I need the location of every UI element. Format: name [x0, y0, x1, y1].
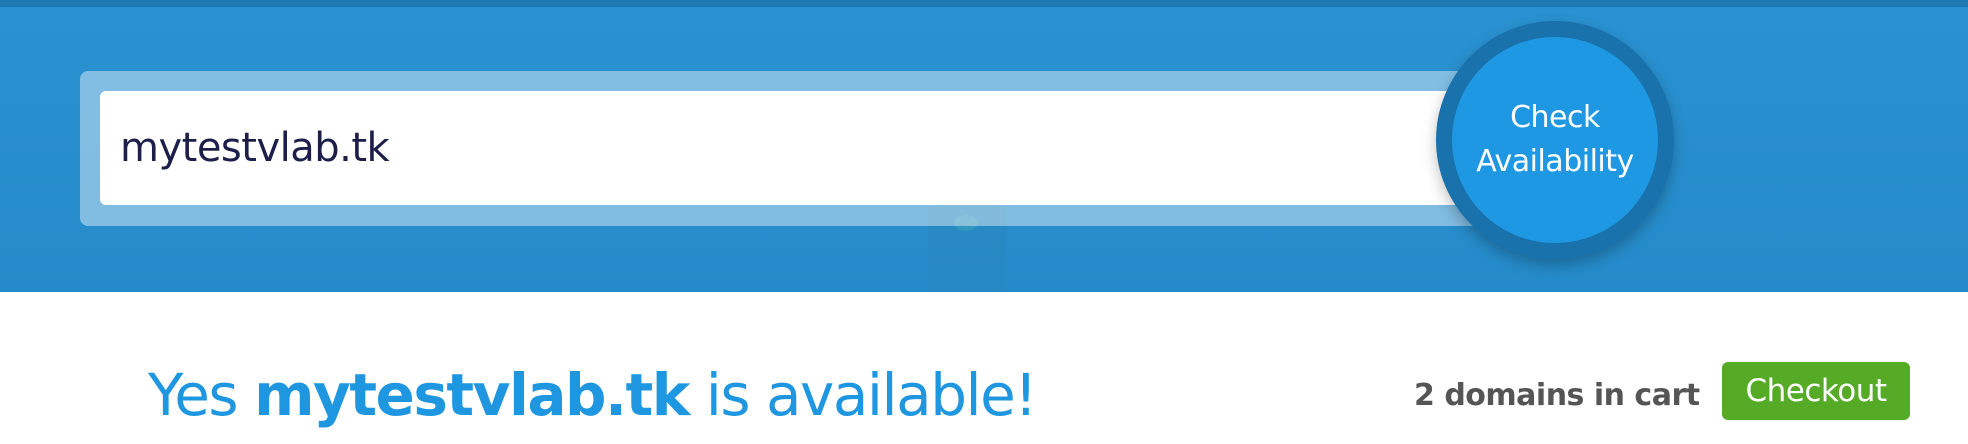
availability-result: Yes mytestvlab.tk is available! [148, 355, 1038, 435]
result-domain: mytestvlab.tk [254, 361, 690, 429]
check-button-line-1: Check [1510, 100, 1600, 135]
check-availability-button[interactable]: Check Availability [1452, 37, 1658, 243]
check-button-line-2: Availability [1476, 144, 1634, 179]
result-prefix: Yes [148, 361, 255, 429]
cart-count: 2 domains in cart [1414, 378, 1700, 413]
checkout-button[interactable]: Checkout [1722, 362, 1910, 420]
domain-search-input[interactable] [100, 91, 1480, 205]
result-suffix: is available! [688, 361, 1038, 429]
top-border [0, 0, 1968, 7]
